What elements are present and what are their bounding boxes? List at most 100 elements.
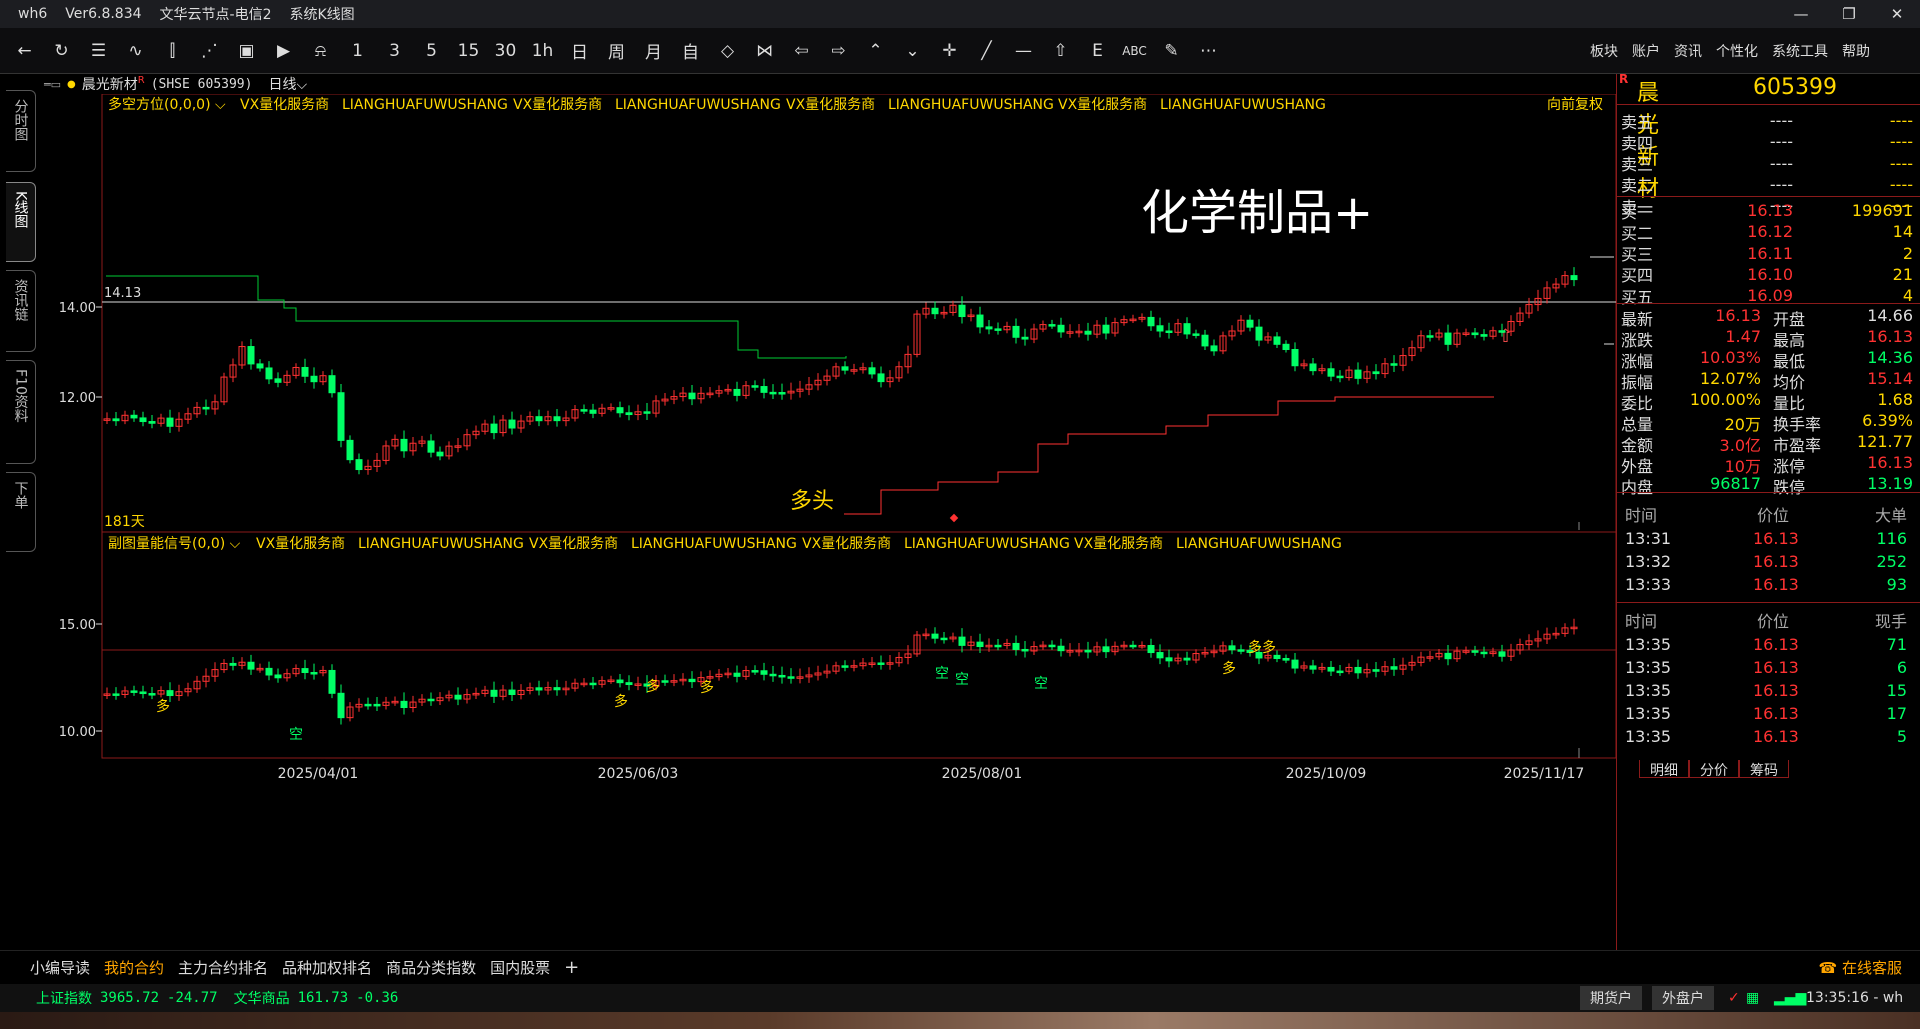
tab-detail[interactable]: 明细 (1639, 760, 1689, 779)
tab-kline[interactable]: K线图 (6, 182, 36, 262)
back-icon[interactable]: ← (6, 33, 43, 69)
e-button[interactable]: E (1079, 33, 1116, 69)
main-ad-2: LIANGHUAFUWUSHANG (342, 97, 508, 113)
add-tab-icon[interactable]: + (564, 957, 579, 978)
candle-body (616, 679, 624, 684)
menu-account[interactable]: 账户 (1632, 41, 1660, 61)
tab-news-chain[interactable]: 资讯链 (6, 270, 36, 352)
candle-body (976, 641, 984, 648)
stat-right: 跌停 13.19 (1769, 474, 1920, 499)
candle-body (760, 670, 768, 675)
ask-price: ---- (1769, 132, 1793, 152)
tick-time: 13:35 (1625, 704, 1672, 723)
close-icon[interactable]: ✕ (1874, 0, 1920, 28)
kline-chart[interactable]: 多空方位(0,0,0) ⌵ VX量化服务商 LIANGHUAFUWUSHANG … (38, 94, 1616, 950)
period-3-button[interactable]: 3 (376, 33, 413, 69)
line-tool-icon[interactable]: ╱ (968, 33, 1005, 69)
index1-name[interactable]: 上证指数 (36, 988, 92, 1008)
main-indicator-title[interactable]: 多空方位(0,0,0) ⌵ (108, 96, 226, 113)
more-icon[interactable]: ⋯ (1190, 33, 1227, 69)
period-1-button[interactable]: 1 (339, 33, 376, 69)
candle-body (1147, 644, 1155, 654)
adjust-mode[interactable]: 向前复权 (1547, 96, 1603, 113)
tab-main-contract-rank[interactable]: 主力合约排名 (178, 957, 268, 978)
multi-period-icon[interactable]: ⋰ (191, 33, 228, 69)
period-15-button[interactable]: 15 (450, 33, 487, 69)
period-30-button[interactable]: 30 (487, 33, 524, 69)
next-icon[interactable]: ⇨ (820, 33, 857, 69)
trade-price: 16.13 (1753, 552, 1799, 571)
chart-stock-name[interactable]: 晨光新材 (82, 74, 138, 94)
shrink-icon[interactable]: ◇ (709, 33, 746, 69)
tick-volume: 15 (1886, 681, 1907, 700)
tab-order[interactable]: 下单 (6, 472, 36, 552)
menu-help[interactable]: 帮助 (1842, 41, 1870, 61)
tab-commodity-index[interactable]: 商品分类指数 (386, 957, 476, 978)
candle-body (1147, 316, 1155, 327)
arrow-up-icon[interactable]: ⇧ (1042, 33, 1079, 69)
bell-icon[interactable]: ⍾ (302, 33, 339, 69)
bottom-tab-bar: 小编导读 我的合约 主力合约排名 品种加权排名 商品分类指数 国内股票 + ☎ … (0, 950, 1920, 984)
refresh-icon[interactable]: ↻ (43, 33, 80, 69)
candle-body (1444, 332, 1452, 345)
tab-intraday[interactable]: 分时图 (6, 90, 36, 172)
tab-domestic-stocks[interactable]: 国内股票 (490, 957, 550, 978)
menu-system-tools[interactable]: 系统工具 (1772, 41, 1828, 61)
tab-price-dist[interactable]: 分价 (1689, 760, 1739, 779)
restore-icon[interactable]: ❐ (1826, 0, 1872, 28)
candle-body (1309, 363, 1317, 372)
tab-weighted-rank[interactable]: 品种加权排名 (282, 957, 372, 978)
tab-f10[interactable]: F10资料 (6, 360, 36, 464)
period-custom-button[interactable]: 自 (672, 33, 709, 69)
collapse-icon[interactable]: ═▭ (44, 78, 61, 91)
minimize-icon[interactable]: — (1778, 0, 1824, 28)
trade-price: 16.13 (1753, 575, 1799, 594)
sub-indicator-title[interactable]: 副图量能信号(0,0) ⌵ (108, 536, 241, 552)
tab-chips[interactable]: 筹码 (1739, 760, 1789, 779)
trend-icon[interactable]: ∿ (117, 33, 154, 69)
period-5-button[interactable]: 5 (413, 33, 450, 69)
menu-news[interactable]: 资讯 (1674, 41, 1702, 61)
index2-name[interactable]: 文华商品 (234, 988, 290, 1008)
menu-personalize[interactable]: 个性化 (1716, 41, 1758, 61)
candle-body (490, 423, 498, 434)
down-icon[interactable]: ⌄ (894, 33, 931, 69)
candle-body (355, 459, 363, 471)
tick-price: 16.13 (1753, 635, 1799, 654)
tab-editor-guide[interactable]: 小编导读 (30, 957, 90, 978)
desktop-background-strip (0, 1012, 1920, 1029)
period-week-button[interactable]: 周 (598, 33, 635, 69)
hline-icon[interactable]: — (1005, 33, 1042, 69)
server-node[interactable]: 文华云节点-电信2 (160, 4, 272, 24)
sub-signals: 多多多 多多多 多空空空空 (156, 639, 1276, 743)
period-day-button[interactable]: 日 (561, 33, 598, 69)
board-icon[interactable]: ▣ (228, 33, 265, 69)
period-month-button[interactable]: 月 (635, 33, 672, 69)
candle-body (1201, 334, 1209, 347)
abc-button[interactable]: ABC (1116, 33, 1153, 69)
menu-sector[interactable]: 板块 (1590, 41, 1618, 61)
candle-body (553, 416, 561, 422)
play-circle-icon[interactable]: ▶ (265, 33, 302, 69)
up-icon[interactable]: ⌃ (857, 33, 894, 69)
cursor-icon[interactable]: ✛ (931, 33, 968, 69)
list-icon[interactable]: ☰ (80, 33, 117, 69)
expand-icon[interactable]: ⋈ (746, 33, 783, 69)
grid-icon[interactable]: ▦ (1746, 990, 1759, 1006)
period-1h-button[interactable]: 1h (524, 33, 561, 69)
bid-price: 16.10 (1747, 264, 1793, 284)
kline-icon[interactable]: ⫿ (154, 33, 191, 69)
futures-account-button[interactable]: 期货户 (1580, 986, 1642, 1010)
candle-body (130, 414, 138, 419)
candle-body (1498, 651, 1506, 657)
pen-icon[interactable]: ✎ (1153, 33, 1190, 69)
tab-my-contracts[interactable]: 我的合约 (104, 957, 164, 978)
customer-service-link[interactable]: ☎ 在线客服 (1819, 957, 1902, 978)
bid-row[interactable]: 买五 16.09 4 (1617, 283, 1920, 308)
bid-price: 16.13 (1747, 201, 1793, 220)
period-select[interactable]: 日线⌵ (268, 74, 307, 94)
prev-icon[interactable]: ⇦ (783, 33, 820, 69)
candle-body (1426, 335, 1434, 338)
trade-price: 16.13 (1753, 529, 1799, 548)
forex-account-button[interactable]: 外盘户 (1652, 986, 1714, 1010)
